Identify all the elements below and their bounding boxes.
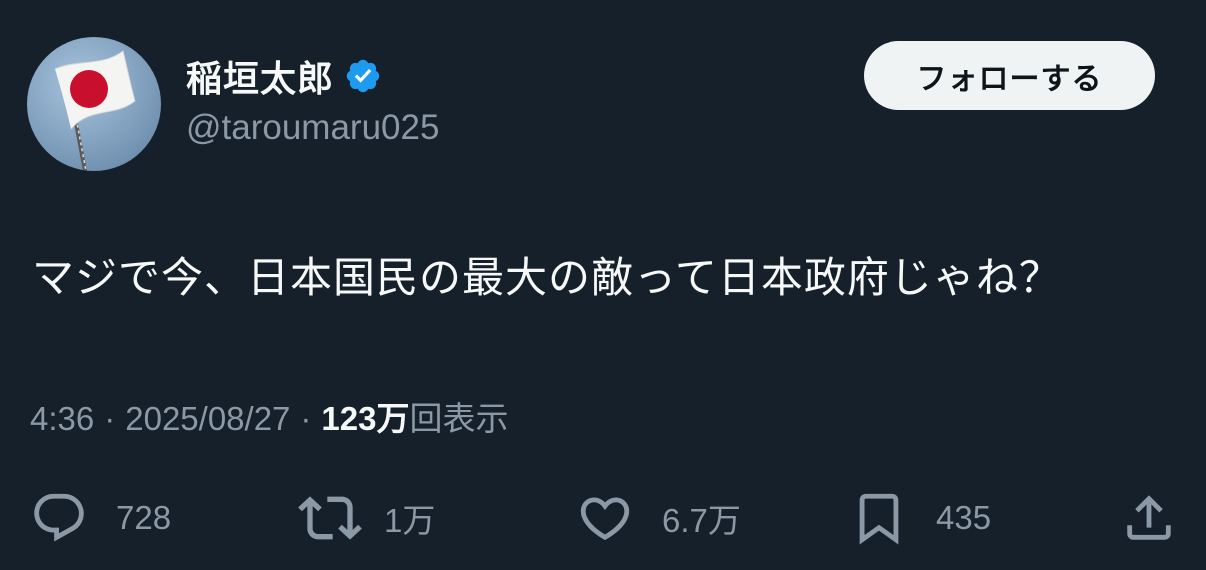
user-handle[interactable]: @taroumaru025 — [186, 108, 439, 148]
like-count: 6.7万 — [662, 502, 741, 539]
heart-icon — [580, 497, 630, 541]
verified-badge-icon — [344, 57, 382, 95]
like-button[interactable]: 6.7万 — [576, 480, 741, 556]
display-name[interactable]: 稲垣太郎 — [186, 50, 334, 102]
tweet-text: マジで今、日本国民の最大の敵って日本政府じゃね？ — [32, 253, 1062, 302]
tweet-time[interactable]: 4:36 — [30, 400, 94, 438]
reply-icon — [34, 493, 84, 542]
bookmark-button[interactable]: 435 — [850, 480, 991, 556]
tweet-meta: 4:36 · 2025/08/27 · 123万 回表示 — [30, 392, 508, 440]
follow-button[interactable]: フォローする — [864, 41, 1155, 110]
bookmark-count: 435 — [936, 499, 992, 536]
japan-flag-avatar-icon — [54, 50, 136, 171]
views-label: 回表示 — [409, 400, 509, 437]
retweet-icon — [298, 496, 362, 540]
action-bar: 728 1万 6.7万 435 — [0, 480, 1206, 556]
meta-separator: · — [104, 400, 116, 437]
name-row: 稲垣太郎 — [186, 52, 382, 100]
tweet: 稲垣太郎 @taroumaru025 フォローする マジで今、日本国民の最大の敵… — [0, 0, 1206, 570]
bookmark-icon — [859, 493, 899, 545]
avatar[interactable] — [27, 37, 161, 171]
tweet-date[interactable]: 2025/08/27 — [125, 400, 290, 438]
views-count[interactable]: 123万 — [321, 392, 409, 440]
share-icon — [1127, 495, 1171, 540]
retweet-button[interactable]: 1万 — [298, 480, 435, 556]
reply-count: 728 — [116, 499, 172, 536]
share-button[interactable] — [1120, 480, 1178, 556]
reply-button[interactable]: 728 — [30, 480, 171, 556]
meta-separator: · — [300, 400, 312, 437]
retweet-count: 1万 — [384, 502, 436, 539]
